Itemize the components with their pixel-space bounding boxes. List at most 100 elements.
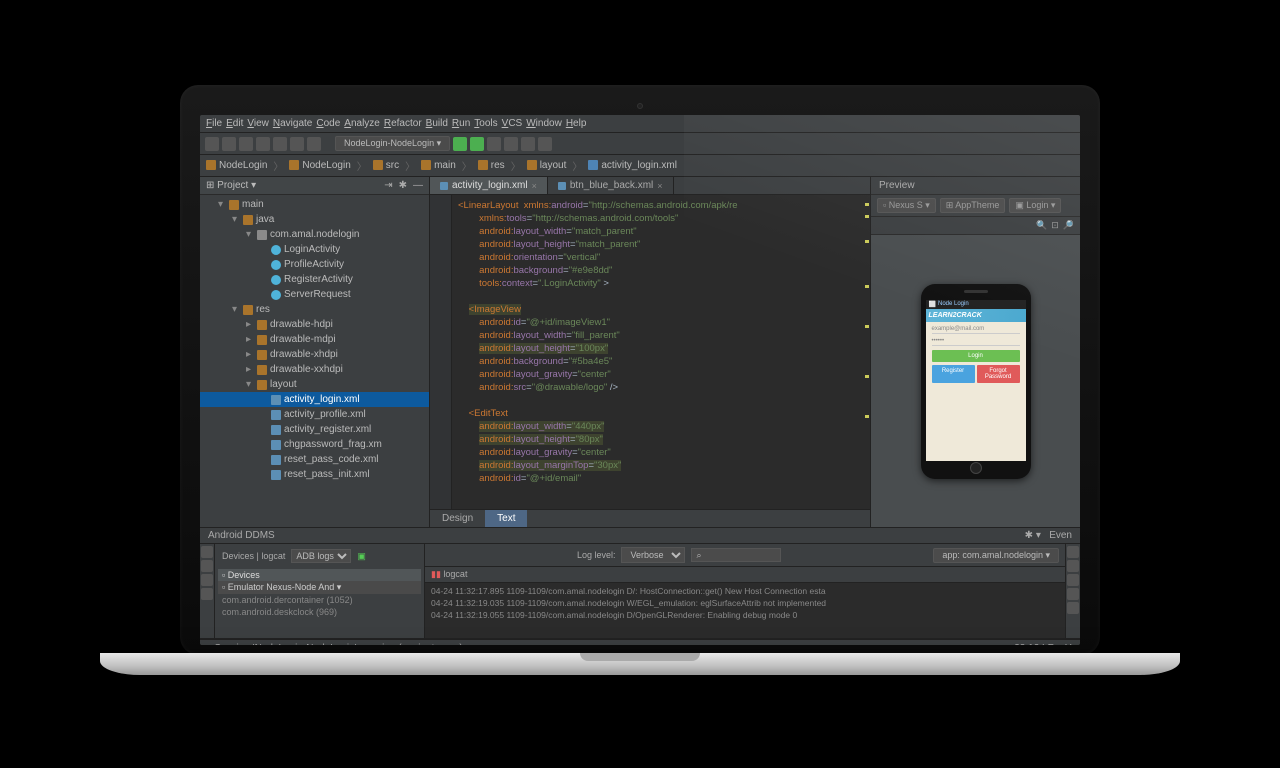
tree-node[interactable]: reset_pass_init.xml: [200, 467, 429, 482]
tree-node[interactable]: activity_profile.xml: [200, 407, 429, 422]
tab-text[interactable]: Text: [485, 510, 527, 527]
tree-node[interactable]: ServerRequest: [200, 287, 429, 302]
editor-tab[interactable]: btn_blue_back.xml ×: [548, 177, 674, 194]
devices-logcat-tab[interactable]: Devices | logcat: [222, 551, 285, 561]
register-button[interactable]: Register: [932, 365, 975, 383]
save-icon[interactable]: [222, 137, 236, 151]
process-row[interactable]: com.android.dercontainer (1052): [218, 594, 421, 606]
right-gutter-tabs[interactable]: [1065, 544, 1080, 638]
left-gutter-tabs[interactable]: [200, 544, 215, 638]
hide-icon[interactable]: —: [413, 180, 423, 191]
redo-icon[interactable]: [307, 137, 321, 151]
undo-icon[interactable]: [290, 137, 304, 151]
activity-select[interactable]: ▣ Login ▾: [1009, 198, 1061, 213]
editor-area: activity_login.xml ×btn_blue_back.xml × …: [430, 177, 870, 527]
breadcrumb-item[interactable]: layout: [527, 160, 567, 171]
menu-bar: File Edit View Navigate Code Analyze Refactor B…: [200, 115, 1080, 133]
settings-icon[interactable]: ✱: [399, 180, 407, 191]
close-icon[interactable]: ×: [657, 181, 662, 191]
screenshot-icon[interactable]: ▣: [357, 551, 366, 562]
menu-run[interactable]: Run: [452, 118, 470, 129]
menu-window[interactable]: Window: [526, 118, 562, 129]
close-icon[interactable]: ×: [532, 181, 537, 191]
collapse-icon[interactable]: ⇥: [384, 180, 392, 191]
login-button[interactable]: Login: [932, 350, 1020, 362]
breadcrumb-item[interactable]: res: [478, 160, 505, 171]
forgot-button[interactable]: Forgot Password: [977, 365, 1020, 383]
password-field[interactable]: ••••••: [932, 338, 1020, 346]
menu-build[interactable]: Build: [426, 118, 448, 129]
preview-panel: Preview ▫ Nexus S ▾ ⊞ AppTheme ▣ Login ▾…: [870, 177, 1080, 527]
breadcrumb-item[interactable]: NodeLogin: [289, 160, 350, 171]
laptop-camera: [637, 103, 643, 109]
paste-icon[interactable]: [273, 137, 287, 151]
menu-tools[interactable]: Tools: [474, 118, 497, 129]
log-search-input[interactable]: [691, 548, 781, 562]
devices-panel: Devices | logcat ADB logs ▣ ▫ Devices ▫ …: [215, 544, 425, 638]
sdk-icon[interactable]: [521, 137, 535, 151]
tree-node[interactable]: activity_register.xml: [200, 422, 429, 437]
zoom-in-icon[interactable]: 🔍: [1036, 220, 1047, 231]
project-view-select[interactable]: ⊞ Project ▾: [206, 180, 256, 191]
menu-navigate[interactable]: Navigate: [273, 118, 312, 129]
run-config-select[interactable]: NodeLogin-NodeLogin ▾: [335, 136, 450, 151]
ddms-header: Android DDMS ✱ ▾ Even: [200, 527, 1080, 544]
tree-node[interactable]: ▸drawable-xxhdpi: [200, 362, 429, 377]
tree-node[interactable]: reset_pass_code.xml: [200, 452, 429, 467]
copy-icon[interactable]: [256, 137, 270, 151]
breadcrumb-item[interactable]: main: [421, 160, 456, 171]
laptop-base: [100, 653, 1180, 675]
log-output[interactable]: 04-24 11:32:17.895 1109-1109/com.amal.no…: [425, 583, 1065, 638]
menu-vcs[interactable]: VCS: [502, 118, 523, 129]
project-tree[interactable]: ▾main▾java▾com.amal.nodeloginLoginActivi…: [200, 195, 429, 527]
stop-icon[interactable]: [487, 137, 501, 151]
logcat-area: Log level: Verbose app: com.amal.nodelog…: [425, 544, 1065, 638]
menu-view[interactable]: View: [247, 118, 269, 129]
cut-icon[interactable]: [239, 137, 253, 151]
tree-node[interactable]: activity_login.xml: [200, 392, 429, 407]
tree-node[interactable]: ▸drawable-hdpi: [200, 317, 429, 332]
breadcrumb-item[interactable]: activity_login.xml: [588, 160, 677, 171]
open-icon[interactable]: [205, 137, 219, 151]
menu-analyze[interactable]: Analyze: [344, 118, 380, 129]
breadcrumb-item[interactable]: NodeLogin: [206, 160, 267, 171]
process-row[interactable]: com.android.deskclock (969): [218, 606, 421, 618]
theme-select[interactable]: ⊞ AppTheme: [940, 198, 1006, 213]
logcat-tab[interactable]: logcat: [443, 569, 467, 579]
tree-node[interactable]: ▾res: [200, 302, 429, 317]
tree-node[interactable]: ProfileActivity: [200, 257, 429, 272]
tree-node[interactable]: ▸drawable-mdpi: [200, 332, 429, 347]
zoom-out-icon[interactable]: 🔎: [1063, 220, 1074, 231]
code-editor[interactable]: <LinearLayout xmlns:android="http://sche…: [430, 195, 870, 509]
ddms-panel: Devices | logcat ADB logs ▣ ▫ Devices ▫ …: [200, 544, 1080, 639]
emulator-row[interactable]: ▫ Emulator Nexus-Node And ▾: [218, 581, 421, 594]
debug-icon[interactable]: [470, 137, 484, 151]
tree-node[interactable]: ▾java: [200, 212, 429, 227]
gear-icon[interactable]: ✱: [1025, 530, 1033, 541]
zoom-fit-icon[interactable]: ⊡: [1051, 220, 1059, 231]
tree-node[interactable]: ▾com.amal.nodelogin: [200, 227, 429, 242]
tree-node[interactable]: RegisterActivity: [200, 272, 429, 287]
menu-file[interactable]: File: [206, 118, 222, 129]
editor-tab[interactable]: activity_login.xml ×: [430, 177, 548, 194]
menu-edit[interactable]: Edit: [226, 118, 243, 129]
log-level-select[interactable]: Verbose: [621, 547, 685, 563]
tree-node[interactable]: ▾layout: [200, 377, 429, 392]
device-select[interactable]: ▫ Nexus S ▾: [877, 198, 936, 213]
email-field[interactable]: example@mail.com: [932, 326, 1020, 334]
tree-node[interactable]: ▸drawable-xhdpi: [200, 347, 429, 362]
menu-help[interactable]: Help: [566, 118, 587, 129]
avd-icon[interactable]: [504, 137, 518, 151]
run-icon[interactable]: [453, 137, 467, 151]
tree-node[interactable]: chgpassword_frag.xm: [200, 437, 429, 452]
adb-logs-select[interactable]: ADB logs: [291, 549, 351, 563]
tree-node[interactable]: LoginActivity: [200, 242, 429, 257]
tab-design[interactable]: Design: [430, 510, 485, 527]
breadcrumb-item[interactable]: src: [373, 160, 399, 171]
tree-node[interactable]: ▾main: [200, 197, 429, 212]
menu-refactor[interactable]: Refactor: [384, 118, 422, 129]
menu-code[interactable]: Code: [316, 118, 340, 129]
status-bar: ▫ Session 'NodeLogin-NodeLogin': running…: [200, 639, 1080, 645]
app-filter-select[interactable]: app: com.amal.nodelogin ▾: [933, 548, 1059, 563]
ddms-icon[interactable]: [538, 137, 552, 151]
